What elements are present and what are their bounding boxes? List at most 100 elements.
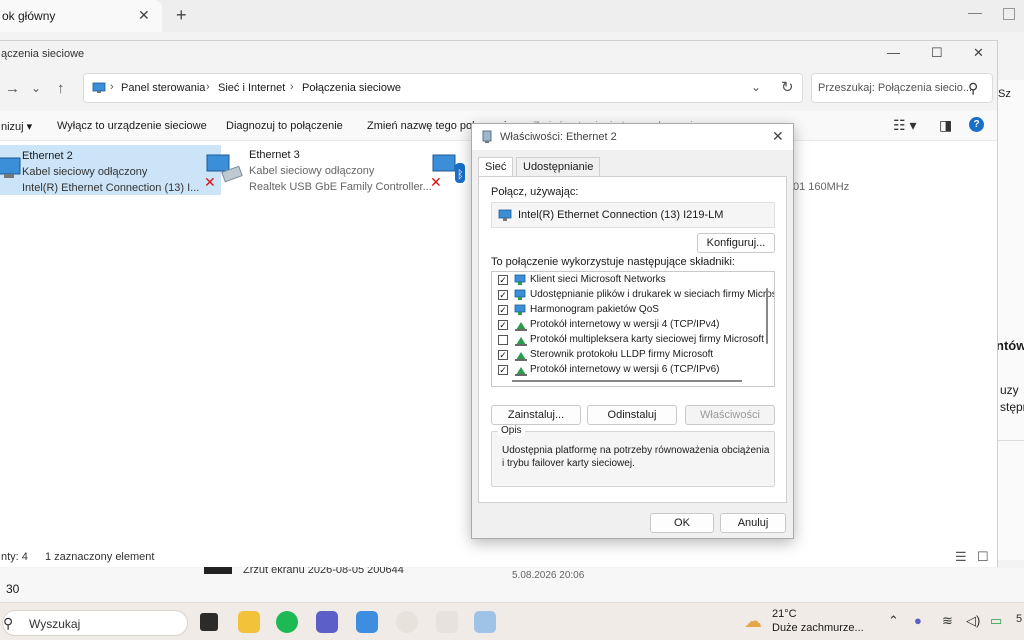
taskbar-search-input[interactable]: Wyszukaj <box>29 617 80 631</box>
close-icon[interactable]: ✕ <box>973 45 984 61</box>
file-date: 5.08.2026 20:06 <box>512 570 585 581</box>
recent-locations-icon[interactable]: ⌄ <box>31 81 41 95</box>
checkbox[interactable]: ✓ <box>498 305 508 315</box>
file-explorer-icon[interactable] <box>238 611 260 633</box>
connect-using-label: Połącz, używając: <box>491 186 579 198</box>
tiles-view-icon[interactable]: ☐ <box>977 549 989 565</box>
preview-pane-icon[interactable]: ◨ <box>939 117 952 134</box>
details-view-icon[interactable]: ☰ <box>955 549 967 565</box>
browser-icon[interactable] <box>396 611 418 633</box>
taskbar-search[interactable]: ⚲ Wyszukaj <box>2 610 188 636</box>
weather-temperature[interactable]: 21°C <box>772 608 797 620</box>
divider <box>998 440 1024 441</box>
search-input[interactable]: Przeszukaj: Połączenia siecio... <box>818 82 972 94</box>
network-client-icon <box>514 289 526 300</box>
maximize-icon[interactable] <box>1003 8 1015 20</box>
disable-device-button[interactable]: Wyłącz to urządzenie sieciowe <box>57 120 207 132</box>
battery-icon[interactable]: ▭ <box>990 613 1002 629</box>
components-list[interactable]: ✓ Klient sieci Microsoft Networks ✓ Udos… <box>491 271 775 387</box>
protocol-icon <box>515 367 527 376</box>
description-text: Udostępnia platformę na potrzeby równowa… <box>502 445 770 469</box>
list-item[interactable]: Protokół multipleksera karty sieciowej f… <box>492 334 764 349</box>
maximize-icon[interactable]: ☐ <box>931 45 943 61</box>
install-button[interactable]: Zainstaluj... <box>491 405 581 425</box>
list-item[interactable]: ✓ Protokół internetowy w wersji 4 (TCP/I… <box>492 319 760 334</box>
list-item[interactable]: ✓ Udostępnianie plików i drukarek w siec… <box>492 289 774 304</box>
search-icon: ⚲ <box>968 80 979 96</box>
breadcrumb-separator: › <box>206 81 210 93</box>
checkbox[interactable]: ✓ <box>498 365 508 375</box>
weather-icon[interactable]: ☁ <box>744 611 762 632</box>
task-view-icon[interactable] <box>200 613 218 631</box>
search-box[interactable]: Przeszukaj: Połączenia siecio... ⚲ <box>811 73 993 103</box>
protocol-icon <box>515 322 527 331</box>
checkbox[interactable]: ✓ <box>498 320 508 330</box>
list-item[interactable]: ✓ Sterownik protokołu LLDP firmy Microso… <box>492 349 760 364</box>
forward-icon[interactable]: → <box>5 80 20 97</box>
list-item[interactable]: ✓ Harmonogram pakietów QoS <box>492 304 760 319</box>
minimize-icon[interactable]: — <box>968 4 982 20</box>
ok-button[interactable]: OK <box>650 513 714 533</box>
uninstall-button[interactable]: Odinstaluj <box>587 405 677 425</box>
view-options-icon[interactable]: ☷ ▾ <box>893 117 916 134</box>
app-icon[interactable] <box>436 611 458 633</box>
dialog-title: Właściwości: Ethernet 2 <box>500 131 617 143</box>
horizontal-scrollbar[interactable] <box>512 380 742 382</box>
spotify-icon[interactable] <box>276 611 298 633</box>
diagnose-button[interactable]: Diagnozuj to połączenie <box>226 120 343 132</box>
wifi-icon[interactable]: ≋ <box>942 613 953 629</box>
breadcrumb-item[interactable]: Sieć i Internet <box>218 82 285 94</box>
checkbox[interactable] <box>498 335 508 345</box>
help-icon[interactable]: ? <box>969 117 984 132</box>
tab-sharing[interactable]: Udostępnianie <box>516 157 601 177</box>
volume-icon[interactable]: ◁) <box>966 613 980 629</box>
configure-button[interactable]: Konfiguruj... <box>697 233 775 253</box>
address-dropdown-icon[interactable]: ⌄ <box>751 80 761 94</box>
teams-tray-icon[interactable]: ● <box>914 613 922 628</box>
network-client-icon <box>514 274 526 285</box>
connection-item-ethernet-3[interactable]: ✕ Ethernet 3 Kabel sieciowy odłączony Re… <box>199 145 432 195</box>
refresh-icon[interactable]: ↻ <box>781 78 794 96</box>
connection-item-bluetooth[interactable]: ᛒ ✕ <box>425 145 475 195</box>
connection-item-ethernet-2[interactable]: Ethernet 2 Kabel sieciowy odłączony Inte… <box>0 145 221 195</box>
minimize-icon[interactable]: — <box>887 45 900 60</box>
close-icon[interactable]: ✕ <box>772 128 784 145</box>
organize-label: nizuj <box>1 121 24 133</box>
properties-dialog: Właściwości: Ethernet 2 ✕ Sieć Udostępni… <box>471 123 794 539</box>
weather-condition[interactable]: Duże zachmurze... <box>772 622 864 634</box>
checkbox[interactable]: ✓ <box>498 350 508 360</box>
address-bar[interactable]: › Panel sterowania › Sieć i Internet › P… <box>83 73 803 103</box>
network-settings-icon[interactable] <box>474 611 496 633</box>
control-panel-icon <box>92 82 106 93</box>
breadcrumb-item[interactable]: Połączenia sieciowe <box>302 82 401 94</box>
organize-menu[interactable]: nizuj ▾ <box>1 120 32 133</box>
item-count: nty: 4 <box>1 551 28 563</box>
properties-button[interactable]: Właściwości <box>685 405 775 425</box>
breadcrumb-item[interactable]: Panel sterowania <box>121 82 205 94</box>
description-group: Opis Udostępnia platformę na potrzeby ró… <box>491 425 775 487</box>
taskbar: ⚲ Wyszukaj ☁ 21°C Duże zachmurze... ⌃ ● … <box>0 602 1024 640</box>
tab-close-icon[interactable]: ✕ <box>138 7 150 24</box>
background-text-block: uzy stępn <box>1000 382 1024 416</box>
up-icon[interactable]: ↑ <box>57 80 65 97</box>
tab-title: ok główny <box>2 9 56 23</box>
teams-icon[interactable] <box>316 611 338 633</box>
list-item[interactable]: ✓ Klient sieci Microsoft Networks <box>492 274 760 289</box>
description-legend: Opis <box>498 425 525 436</box>
checkbox[interactable]: ✓ <box>498 290 508 300</box>
new-tab-button[interactable]: + <box>176 5 187 26</box>
chevron-up-icon[interactable]: ⌃ <box>888 613 899 629</box>
mail-icon[interactable] <box>356 611 378 633</box>
tab-network[interactable]: Sieć <box>478 157 514 177</box>
cancel-button[interactable]: Anuluj <box>720 513 786 533</box>
item-status: Kabel sieciowy odłączony <box>22 166 148 178</box>
clock[interactable]: 5 <box>1016 613 1022 625</box>
list-item[interactable]: ✓ Protokół internetowy w wersji 6 (TCP/I… <box>492 364 760 379</box>
selection-count: 1 zaznaczony element <box>45 551 155 563</box>
breadcrumb-separator: › <box>110 81 114 93</box>
vertical-scrollbar[interactable] <box>766 288 768 344</box>
browser-tab[interactable]: ok główny ✕ <box>0 0 162 32</box>
component-label: Protokół internetowy w wersji 6 (TCP/IPv… <box>530 364 720 375</box>
network-adapter-icon: ✕ <box>204 154 243 191</box>
checkbox[interactable]: ✓ <box>498 275 508 285</box>
